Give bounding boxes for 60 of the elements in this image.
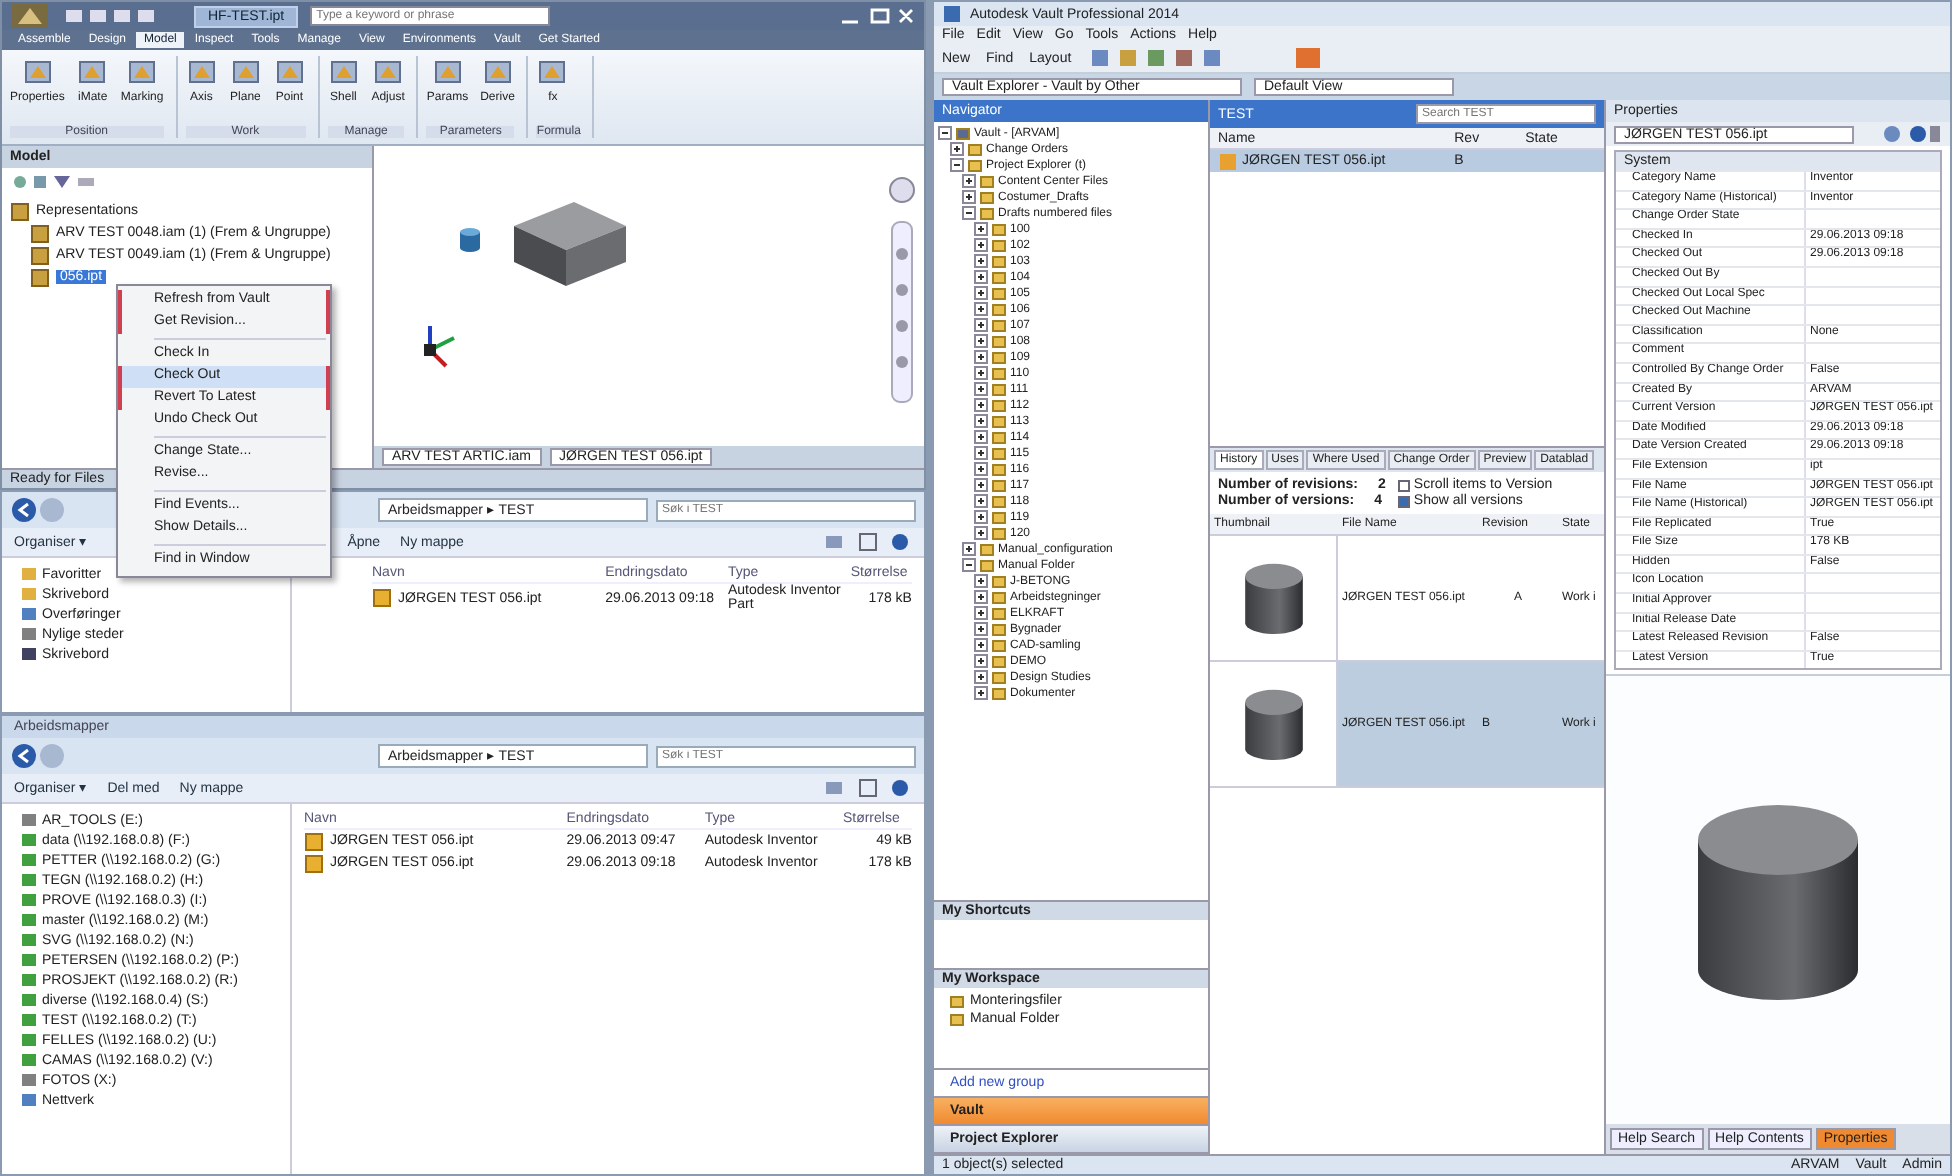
tool-icon[interactable]: [126, 56, 159, 88]
expander-icon[interactable]: [974, 573, 988, 591]
app-logo-icon: [942, 4, 962, 24]
expander-icon[interactable]: [974, 429, 988, 447]
expander-icon[interactable]: [974, 669, 988, 687]
expander-icon[interactable]: [974, 653, 988, 671]
expander-icon[interactable]: [974, 397, 988, 415]
expander-icon[interactable]: [974, 365, 988, 383]
expander-icon[interactable]: [962, 557, 976, 575]
tool-icon[interactable]: [536, 56, 569, 88]
checkbox[interactable]: [1397, 479, 1410, 491]
expander-icon[interactable]: [974, 637, 988, 655]
expander-icon[interactable]: [950, 157, 964, 175]
expander-icon[interactable]: [974, 237, 988, 255]
expander-icon[interactable]: [974, 445, 988, 463]
expander-icon[interactable]: [974, 253, 988, 271]
tool-icon[interactable]: [21, 56, 54, 88]
expander-icon[interactable]: [974, 285, 988, 303]
window-controls-icon[interactable]: [836, 6, 916, 26]
expander-icon[interactable]: [974, 349, 988, 367]
back-forward-icon[interactable]: [10, 742, 70, 770]
expander-icon[interactable]: [974, 413, 988, 431]
view-options-icon[interactable]: [824, 778, 912, 798]
tool-icon[interactable]: [273, 56, 306, 88]
tool-icon[interactable]: [372, 56, 405, 88]
expander-icon[interactable]: [962, 205, 976, 223]
expander-icon[interactable]: [974, 685, 988, 703]
expander-icon[interactable]: [974, 525, 988, 543]
cylinder-model-icon: [458, 226, 482, 254]
tool-icon[interactable]: [431, 56, 464, 88]
file-icon: [372, 588, 392, 608]
tool-icon[interactable]: [185, 56, 218, 88]
app-logo-icon: [10, 2, 50, 30]
expander-icon[interactable]: [974, 621, 988, 639]
view-options-icon[interactable]: [824, 532, 912, 552]
tool-icon[interactable]: [481, 56, 514, 88]
expander-icon[interactable]: [974, 605, 988, 623]
expander-icon[interactable]: [974, 477, 988, 495]
properties-toolbar-icon[interactable]: [1882, 124, 1942, 144]
expander-icon[interactable]: [974, 269, 988, 287]
expander-icon[interactable]: [974, 317, 988, 335]
expander-icon[interactable]: [974, 509, 988, 527]
expander-icon[interactable]: [974, 461, 988, 479]
expander-icon[interactable]: [962, 541, 976, 559]
expander-icon[interactable]: [974, 589, 988, 607]
back-forward-icon[interactable]: [10, 496, 70, 524]
tool-icon[interactable]: [327, 56, 360, 88]
expander-icon[interactable]: [974, 301, 988, 319]
checkbox[interactable]: [1397, 495, 1410, 507]
tool-icon[interactable]: [76, 56, 109, 88]
file-icon: [1218, 151, 1238, 171]
expander-icon[interactable]: [974, 221, 988, 239]
expander-icon[interactable]: [974, 333, 988, 351]
expander-icon[interactable]: [950, 141, 964, 159]
expander-icon[interactable]: [938, 125, 952, 143]
expander-icon[interactable]: [974, 493, 988, 511]
expander-icon[interactable]: [974, 381, 988, 399]
expander-icon[interactable]: [962, 173, 976, 191]
tool-icon[interactable]: [229, 56, 262, 88]
expander-icon[interactable]: [962, 189, 976, 207]
